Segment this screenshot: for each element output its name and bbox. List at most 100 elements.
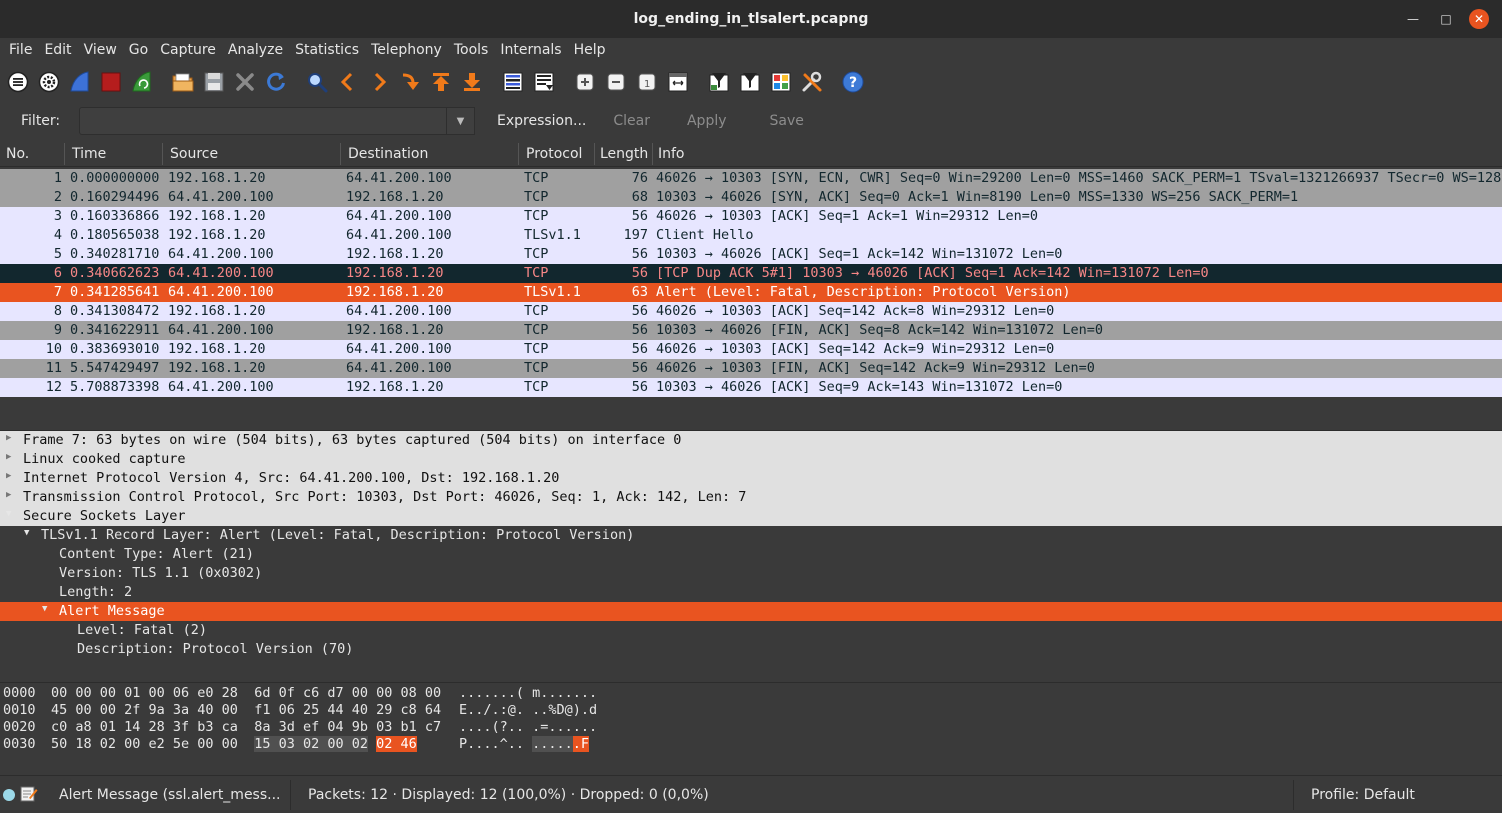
bytes-hex[interactable]: 45 00 00 2f 9a 3a 40 00 f1 06 25 44 40 2… bbox=[51, 702, 441, 718]
expanded-arrow-icon[interactable]: ▼ bbox=[6, 509, 11, 519]
menu-analyze[interactable]: Analyze bbox=[222, 42, 289, 58]
packet-row[interactable]: 4 0.180565038 192.168.1.20 64.41.200.100 TLS… bbox=[0, 226, 1502, 245]
colorize-icon[interactable] bbox=[501, 70, 525, 94]
detail-tree-item[interactable]: Content Type: Alert (21) bbox=[0, 545, 1502, 564]
capture-comment-icon[interactable] bbox=[20, 785, 38, 803]
collapsed-arrow-icon[interactable]: ▶ bbox=[6, 471, 11, 481]
bytes-hex[interactable]: c0 a8 01 14 28 3f b3 ca 8a 3d ef 04 9b 0… bbox=[51, 719, 441, 735]
coloring-rules-icon[interactable] bbox=[769, 70, 793, 94]
column-divider[interactable] bbox=[652, 143, 653, 165]
packet-row[interactable]: 2 0.160294496 64.41.200.100 192.168.1.20 TCP… bbox=[0, 188, 1502, 207]
expanded-arrow-icon[interactable]: ▼ bbox=[24, 528, 29, 538]
column-time[interactable]: Time bbox=[72, 146, 106, 162]
find-packet-icon[interactable] bbox=[305, 70, 329, 94]
maximize-icon[interactable]: □ bbox=[1436, 9, 1456, 29]
normal-size-icon[interactable]: 1 bbox=[635, 70, 659, 94]
menu-statistics[interactable]: Statistics bbox=[289, 42, 365, 58]
column-protocol[interactable]: Protocol bbox=[526, 146, 582, 162]
list-interfaces-icon[interactable] bbox=[6, 70, 30, 94]
packet-list[interactable]: No. Time Source Destination Protocol Len… bbox=[0, 141, 1502, 397]
column-no[interactable]: No. bbox=[6, 146, 29, 162]
detail-tree-item[interactable]: ▼ Secure Sockets Layer bbox=[0, 507, 1502, 526]
detail-tree-item[interactable]: ▼ Alert Message bbox=[0, 602, 1502, 621]
minimize-icon[interactable]: — bbox=[1403, 9, 1423, 29]
menu-capture[interactable]: Capture bbox=[154, 42, 222, 58]
column-divider[interactable] bbox=[594, 143, 595, 165]
menu-go[interactable]: Go bbox=[123, 42, 154, 58]
bytes-hex[interactable]: 00 00 00 01 00 06 e0 28 6d 0f c6 d7 00 0… bbox=[51, 685, 441, 701]
filter-input[interactable] bbox=[79, 107, 447, 135]
reload-icon[interactable] bbox=[264, 70, 288, 94]
menu-internals[interactable]: Internals bbox=[494, 42, 567, 58]
menu-tools[interactable]: Tools bbox=[448, 42, 495, 58]
capture-filters-icon[interactable] bbox=[707, 70, 731, 94]
menu-edit[interactable]: Edit bbox=[38, 42, 77, 58]
close-icon[interactable]: ✕ bbox=[1469, 9, 1489, 29]
packet-row[interactable]: 5 0.340281710 64.41.200.100 192.168.1.20 TCP… bbox=[0, 245, 1502, 264]
packet-row[interactable]: 3 0.160336866 192.168.1.20 64.41.200.100 TCP… bbox=[0, 207, 1502, 226]
column-length[interactable]: Length bbox=[600, 146, 648, 162]
detail-tree-item[interactable]: ▶ Transmission Control Protocol, Src Port… bbox=[0, 488, 1502, 507]
bytes-hex[interactable]: 50 18 02 00 e2 5e 00 00 15 03 02 00 02 0… bbox=[51, 736, 417, 752]
packet-row[interactable]: 7 0.341285641 64.41.200.100 192.168.1.20 TLS… bbox=[0, 283, 1502, 302]
stop-capture-icon[interactable] bbox=[99, 70, 123, 94]
packet-details-tree[interactable]: ▶ Frame 7: 63 bytes on wire (504 bits), 6… bbox=[0, 430, 1502, 680]
capture-options-icon[interactable] bbox=[37, 70, 61, 94]
collapsed-arrow-icon[interactable]: ▶ bbox=[6, 433, 11, 443]
expression-button[interactable]: Expression... bbox=[497, 113, 586, 129]
restart-capture-icon[interactable] bbox=[130, 70, 154, 94]
collapsed-arrow-icon[interactable]: ▶ bbox=[6, 452, 11, 462]
filter-dropdown-icon[interactable]: ▼ bbox=[447, 107, 475, 135]
menu-file[interactable]: File bbox=[3, 42, 38, 58]
detail-tree-item[interactable]: Level: Fatal (2) bbox=[0, 621, 1502, 640]
bytes-ascii[interactable]: .......( m....... bbox=[459, 685, 597, 701]
status-profile[interactable]: Profile: Default bbox=[1311, 787, 1415, 803]
go-last-icon[interactable] bbox=[460, 70, 484, 94]
help-icon[interactable]: ? bbox=[841, 70, 865, 94]
packet-row[interactable]: 10 0.383693010 192.168.1.20 64.41.200.100 TC… bbox=[0, 340, 1502, 359]
packet-row[interactable]: 1 0.000000000 192.168.1.20 64.41.200.100 TCP… bbox=[0, 169, 1502, 188]
go-forward-icon[interactable] bbox=[367, 70, 391, 94]
bytes-ascii[interactable]: E../.:@. ..%D@).d bbox=[459, 702, 597, 718]
bytes-ascii[interactable]: ....(?.. .=...... bbox=[459, 719, 597, 735]
detail-tree-item[interactable]: ▶ Internet Protocol Version 4, Src: 64.41… bbox=[0, 469, 1502, 488]
clear-button[interactable]: Clear bbox=[613, 113, 650, 129]
zoom-out-icon[interactable] bbox=[604, 70, 628, 94]
autoscroll-icon[interactable] bbox=[532, 70, 556, 94]
go-back-icon[interactable] bbox=[336, 70, 360, 94]
resize-columns-icon[interactable] bbox=[666, 70, 690, 94]
packet-row[interactable]: 9 0.341622911 64.41.200.100 192.168.1.20 TCP… bbox=[0, 321, 1502, 340]
detail-tree-item[interactable]: ▶ Linux cooked capture bbox=[0, 450, 1502, 469]
apply-button[interactable]: Apply bbox=[687, 113, 727, 129]
detail-tree-item[interactable]: Description: Protocol Version (70) bbox=[0, 640, 1502, 659]
packet-bytes-pane[interactable]: 0000 00 00 00 01 00 06 e0 28 6d 0f c6 d7… bbox=[0, 682, 1502, 774]
display-filters-icon[interactable] bbox=[738, 70, 762, 94]
menu-telephony[interactable]: Telephony bbox=[365, 42, 448, 58]
column-divider[interactable] bbox=[518, 143, 519, 165]
bytes-ascii[interactable]: P....^.. ......F bbox=[459, 736, 590, 752]
collapsed-arrow-icon[interactable]: ▶ bbox=[6, 490, 11, 500]
preferences-icon[interactable] bbox=[800, 70, 824, 94]
start-capture-icon[interactable] bbox=[68, 70, 92, 94]
expanded-arrow-icon[interactable]: ▼ bbox=[42, 604, 47, 614]
detail-tree-item[interactable]: ▶ Frame 7: 63 bytes on wire (504 bits), 6… bbox=[0, 431, 1502, 450]
go-first-icon[interactable] bbox=[429, 70, 453, 94]
detail-tree-item[interactable]: Version: TLS 1.1 (0x0302) bbox=[0, 564, 1502, 583]
column-info[interactable]: Info bbox=[658, 146, 685, 162]
menu-view[interactable]: View bbox=[78, 42, 123, 58]
expert-info-icon[interactable] bbox=[3, 789, 15, 801]
save-file-icon[interactable] bbox=[202, 70, 226, 94]
menu-help[interactable]: Help bbox=[568, 42, 612, 58]
packet-row[interactable]: 11 5.547429497 192.168.1.20 64.41.200.100 TC… bbox=[0, 359, 1502, 378]
save-button[interactable]: Save bbox=[770, 113, 804, 129]
packet-row[interactable]: 12 5.708873398 64.41.200.100 192.168.1.20 TC… bbox=[0, 378, 1502, 397]
open-file-icon[interactable] bbox=[171, 70, 195, 94]
column-divider[interactable] bbox=[340, 143, 341, 165]
close-file-icon[interactable] bbox=[233, 70, 257, 94]
column-divider[interactable] bbox=[64, 143, 65, 165]
column-source[interactable]: Source bbox=[170, 146, 218, 162]
column-divider[interactable] bbox=[162, 143, 163, 165]
column-destination[interactable]: Destination bbox=[348, 146, 428, 162]
go-to-packet-icon[interactable] bbox=[398, 70, 422, 94]
packet-row[interactable]: 6 0.340662623 64.41.200.100 192.168.1.20 TCP… bbox=[0, 264, 1502, 283]
